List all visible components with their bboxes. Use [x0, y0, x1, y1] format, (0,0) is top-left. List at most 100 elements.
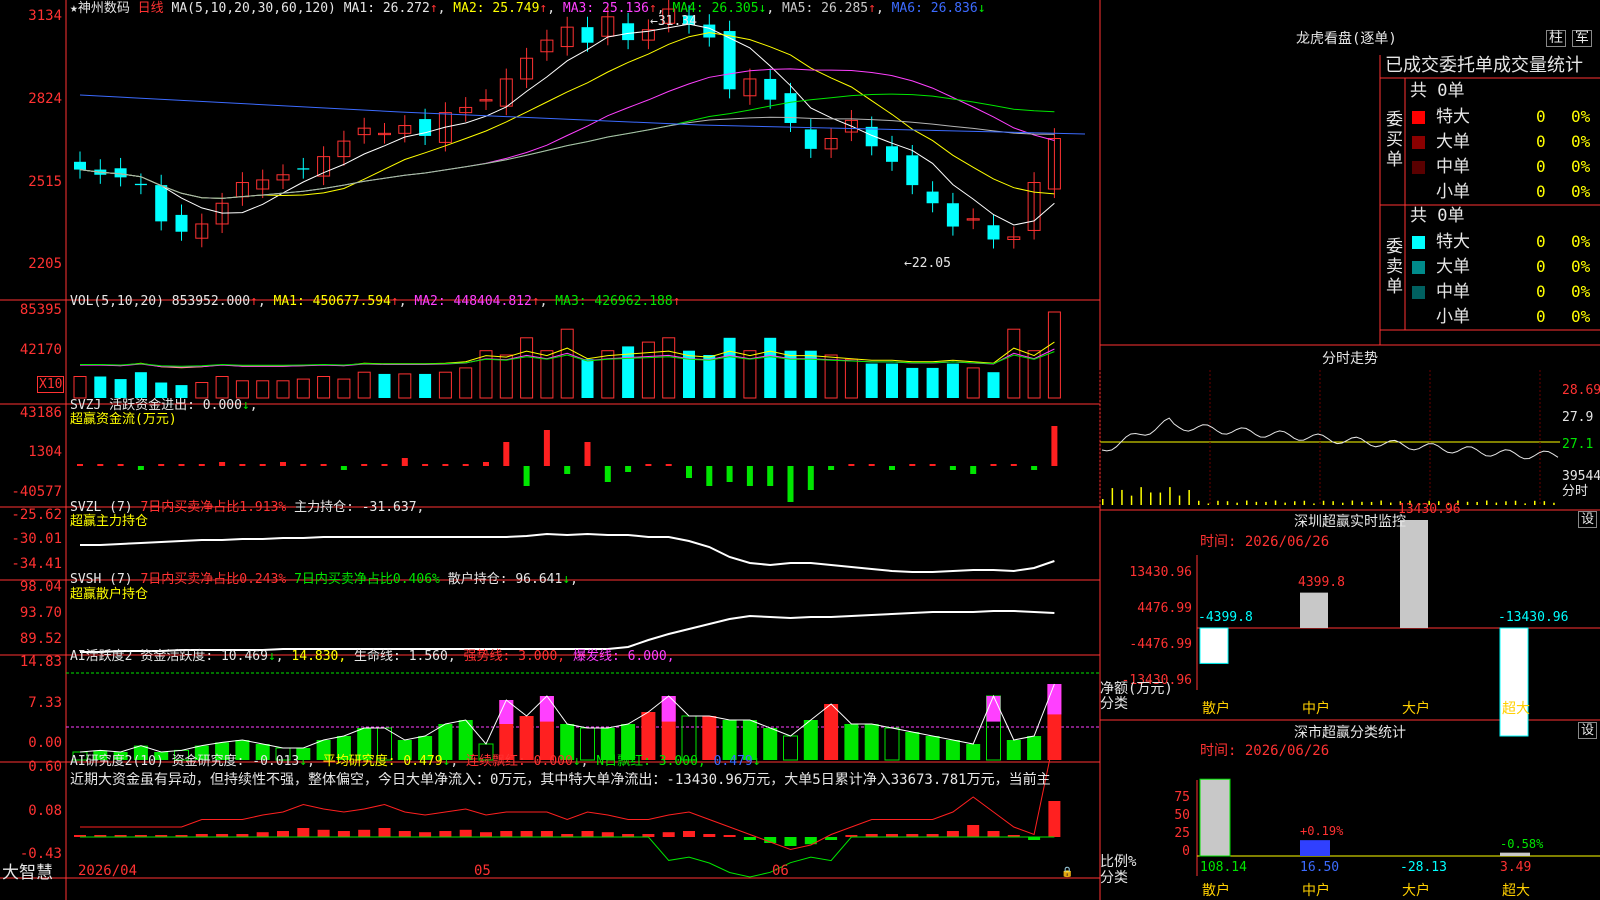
volume-bar	[357, 371, 371, 399]
fund-flow-bar	[117, 464, 124, 466]
intraday-volume-bar	[1342, 502, 1344, 505]
intraday-price-3: 27.1	[1562, 437, 1594, 452]
buy-rows-row-value: 0	[1536, 182, 1546, 201]
monitor-axis-3: -4476.99	[1129, 637, 1192, 652]
candle-body	[886, 146, 898, 162]
research-bar	[277, 831, 289, 837]
buy-rows-row-percent: 0%	[1571, 107, 1591, 126]
volume-definition: VOL(5,10,20)	[70, 294, 164, 309]
category-x-title: 分类	[1100, 870, 1128, 886]
category-title: 深市超赢分类统计	[1294, 725, 1406, 741]
category-name-label: 大户	[1402, 883, 1430, 899]
candle-body	[155, 185, 168, 222]
sell-rows-swatch	[1412, 236, 1425, 249]
intraday-volume-bar	[1361, 501, 1363, 505]
intraday-title[interactable]: 分时走势	[1100, 348, 1600, 368]
lock-icon[interactable]: 🔒	[1061, 865, 1073, 880]
monitor-category-label: 散户	[1202, 701, 1230, 717]
buy-rows-row-value: 0	[1536, 132, 1546, 151]
buy-rows-row-label: 中单	[1436, 157, 1470, 177]
monitor-bar-散户	[1199, 627, 1229, 664]
fund-flow-bar	[483, 462, 489, 466]
date-start-label: 2026/04	[78, 863, 138, 879]
fund-flow-bar	[1051, 426, 1058, 466]
volume-bar	[966, 367, 980, 399]
buy-rows-row-percent: 0%	[1571, 132, 1591, 151]
intraday-volume-bar	[1380, 500, 1382, 505]
activity-bar	[905, 732, 920, 760]
sell-rows-row-value: 0	[1536, 282, 1546, 301]
buy-rows-row-label: 大单	[1436, 132, 1470, 152]
ai-active-header: AI活跃度2 资金活跃度: 10.469↓, 14.830, 生命线: 1.56…	[70, 649, 675, 664]
sell-rows-row-value: 0	[1536, 307, 1546, 326]
category-value-label: -28.13	[1400, 860, 1447, 875]
svzl-axis-3: -34.41	[11, 556, 62, 572]
volume-bar	[459, 367, 473, 399]
research-bar	[662, 832, 675, 837]
intraday-volume-bar	[1198, 500, 1200, 505]
research-bar	[419, 832, 432, 837]
vol-ma3: MA3: 426962.188	[555, 294, 673, 309]
ai-research-header: AI研究度2(10) 资金研究度: -0.013↓, 平均研究度: 0.479↓…	[70, 754, 761, 769]
intraday-volume-bar	[1265, 501, 1267, 505]
monitor-x-title: 分类	[1100, 696, 1128, 712]
intraday-volume-bar	[1169, 487, 1171, 505]
buy-rows-swatch	[1412, 136, 1425, 149]
bar-mode-button[interactable]: 柱	[1546, 30, 1566, 47]
vol-axis-2: 42170	[19, 342, 62, 358]
sell-rows-row-label: 中单	[1436, 282, 1470, 302]
fund-flow-bar	[523, 466, 530, 486]
volume-bar	[419, 373, 432, 398]
fund-flow-bar	[848, 464, 855, 466]
army-mode-button[interactable]: 军	[1572, 30, 1592, 47]
research-line-green	[80, 836, 1055, 878]
intraday-volume-bar	[1102, 499, 1104, 505]
activity-bar	[844, 724, 859, 760]
category-name-label: 超大	[1502, 883, 1530, 899]
price-axis-3: 2515	[28, 174, 62, 190]
fund-flow-bar	[97, 464, 104, 466]
intraday-volume-bar	[1236, 502, 1238, 505]
high-price-label: ←31.34	[650, 14, 697, 29]
star-icon[interactable]: ★	[70, 1, 78, 16]
volume-bar	[175, 385, 188, 398]
intraday-volume-bar	[1255, 501, 1258, 505]
candle-body	[297, 168, 310, 170]
buy-rows-row-value: 0	[1536, 157, 1546, 176]
fund-flow-bar	[807, 466, 814, 490]
svzl-subtitle: 超赢主力持仓	[70, 514, 149, 529]
fund-flow-bar	[604, 466, 611, 482]
category-bar-超大	[1500, 852, 1530, 856]
intraday-volume-bar	[1274, 500, 1277, 505]
fund-flow-bar	[746, 466, 753, 486]
activity-bar	[1027, 736, 1042, 760]
fund-flow-bar	[868, 464, 875, 466]
vol-unit: X10	[37, 376, 65, 393]
app-logo[interactable]: 大智慧	[2, 863, 53, 883]
kline-header: ★神州数码 日线 MA(5,10,20,30,60,120) MA1: 26.2…	[70, 1, 986, 16]
fund-flow-bar	[320, 464, 327, 466]
intraday-volume-bar	[1370, 501, 1373, 505]
ma1-value: MA1: 26.272	[343, 1, 430, 16]
fund-flow-bar	[462, 464, 469, 466]
research-bar	[825, 837, 838, 840]
volume-bar	[134, 372, 147, 398]
period-label[interactable]: 日线	[138, 1, 164, 16]
research-bar	[1048, 801, 1061, 837]
research-bar	[337, 831, 350, 837]
svzl-axis-1: -25.62	[11, 507, 62, 523]
fund-flow-bar	[828, 466, 835, 470]
vol-ma1: MA1: 450677.594	[273, 294, 391, 309]
volume-bar	[1007, 328, 1021, 399]
buy-rows-row-percent: 0%	[1571, 182, 1591, 201]
sell-rows-swatch	[1412, 311, 1425, 324]
fund-flow-bar	[158, 464, 165, 466]
volume-bar	[520, 337, 534, 399]
research-bar	[520, 831, 533, 837]
activity-bar	[824, 704, 839, 760]
volume-bar	[499, 354, 513, 399]
candle-body	[175, 214, 188, 232]
category-settings-button[interactable]: 设	[1578, 722, 1598, 739]
intraday-volume-bar	[1553, 502, 1555, 505]
monitor-settings-button[interactable]: 设	[1578, 511, 1598, 528]
